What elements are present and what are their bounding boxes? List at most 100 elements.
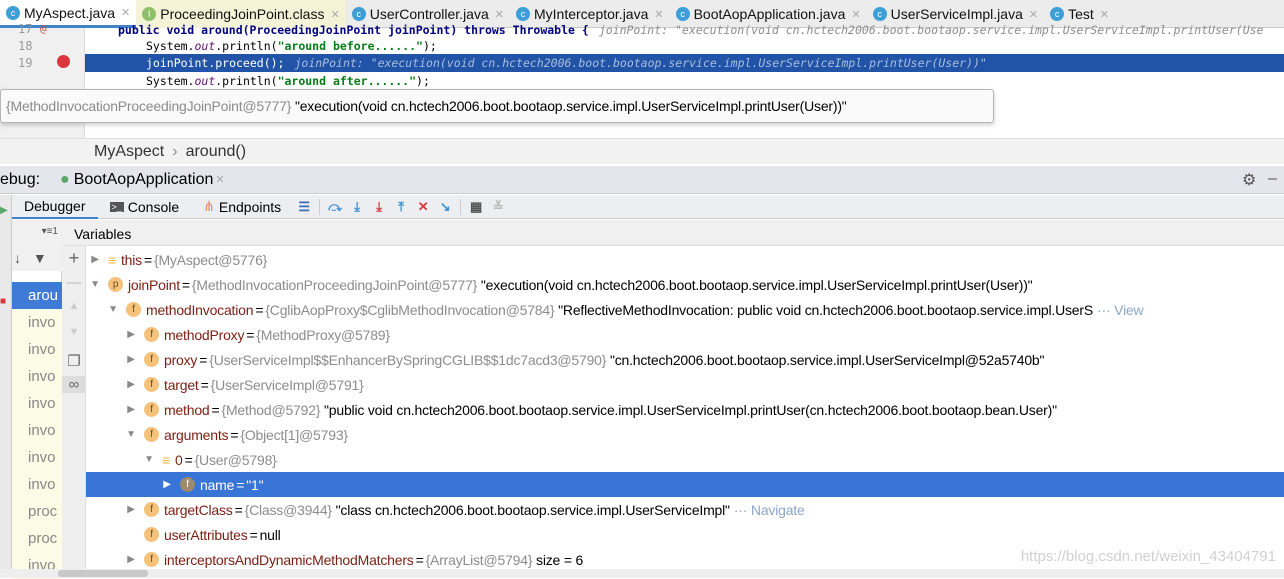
method-breakpoint-icon[interactable]: @ xyxy=(40,22,47,35)
field-icon: f xyxy=(144,527,159,542)
tree-row[interactable]: ▶ f target = {UserServiceImpl@5791} xyxy=(86,372,1284,397)
tab-console[interactable]: >_ Console xyxy=(98,195,192,219)
var-name: interceptorsAndDynamicMethodMatchers xyxy=(164,551,414,568)
debug-toolbar: Debugger >_ Console ⋔ Endpoints ☰ ⤼ ⤓ ⤓ ⤒ … xyxy=(12,195,1284,219)
array-icon: ≡ xyxy=(162,451,170,468)
tree-row[interactable]: ▼ f methodInvocation = {CglibAopProxy$CglibM… xyxy=(86,297,1284,322)
frame-item[interactable]: invo xyxy=(12,363,62,390)
expand-arrow-icon[interactable]: ▶ xyxy=(124,354,138,365)
tree-row[interactable]: ▶ f methodProxy = {MethodProxy@5789} xyxy=(86,322,1284,347)
tooltip-value: "execution(void cn.hctech2006.boot.boota… xyxy=(294,98,847,114)
breakpoint-icon[interactable] xyxy=(57,55,70,68)
step-out-icon[interactable]: ⤒ xyxy=(390,199,412,215)
force-step-into-icon[interactable]: ⤓ xyxy=(368,199,390,215)
expand-arrow-icon[interactable]: ▼ xyxy=(88,279,102,290)
expand-arrow-icon[interactable]: ▼ xyxy=(142,454,156,465)
code-text: public void around(ProceedingJoinPoint j… xyxy=(118,23,589,37)
var-value: null xyxy=(259,526,281,543)
run-to-cursor-icon[interactable]: ↘ xyxy=(434,199,456,215)
move-up-icon[interactable]: ▲ xyxy=(62,300,86,312)
step-into-icon[interactable]: ⤓ xyxy=(346,199,368,215)
close-icon[interactable]: ✕ xyxy=(851,8,860,21)
gear-icon[interactable]: ⚙ xyxy=(1242,170,1256,190)
close-icon[interactable]: ✕ xyxy=(1100,8,1109,21)
var-type: {MethodProxy@5789} xyxy=(256,326,390,343)
tree-row[interactable]: ▼ ≡ 0 = {User@5798} xyxy=(86,447,1284,472)
expand-arrow-icon[interactable]: ▶ xyxy=(124,404,138,415)
tree-row[interactable]: ▶ f targetClass = {Class@3944} "class cn.hct… xyxy=(86,497,1284,522)
spring-app-icon: ● xyxy=(60,170,70,188)
line-number: 19 xyxy=(18,56,33,70)
frame-item[interactable]: invo xyxy=(12,336,62,363)
tree-row[interactable]: f userAttributes = null xyxy=(86,522,1284,547)
evaluate-expression-icon[interactable]: ▦ xyxy=(465,199,487,215)
frame-item[interactable]: invo xyxy=(12,309,62,336)
debug-header: ebug: ● BootAopApplication ✕ ⚙ – xyxy=(0,166,1284,194)
frame-item[interactable]: arou xyxy=(12,282,62,309)
equals: = xyxy=(200,376,209,393)
close-icon[interactable]: ✕ xyxy=(495,8,504,21)
field-icon: f xyxy=(144,502,159,517)
close-icon[interactable]: ✕ xyxy=(330,8,339,21)
close-icon[interactable]: ✕ xyxy=(1029,8,1038,21)
tree-row[interactable]: ▶ f method = {Method@5792} "public void cn.h… xyxy=(86,397,1284,422)
close-icon[interactable]: ✕ xyxy=(215,173,224,186)
arrow-down-icon[interactable]: ↓ xyxy=(14,250,21,266)
field-icon: f xyxy=(144,327,159,342)
tree-row[interactable]: ▶ f proxy = {UserServiceImpl$$EnhancerBySpri… xyxy=(86,347,1284,372)
var-link[interactable]: ··· Navigate xyxy=(734,502,805,518)
expand-arrow-icon[interactable]: ▼ xyxy=(124,429,138,440)
code-text: System. xyxy=(146,39,195,53)
tree-row[interactable]: ▶ f name = "1" xyxy=(86,472,1284,497)
remove-watch-icon[interactable]: — xyxy=(62,274,86,291)
close-icon[interactable]: ✕ xyxy=(654,8,663,21)
frame-item[interactable]: invo xyxy=(12,390,62,417)
copy-icon[interactable]: ❐ xyxy=(62,352,86,370)
field-icon: f xyxy=(144,352,159,367)
drop-frame-icon[interactable]: ✕ xyxy=(412,199,434,215)
step-over-icon[interactable]: ⤼ xyxy=(324,199,346,215)
value-tooltip: {MethodInvocationProceedingJoinPoint@577… xyxy=(0,89,994,123)
move-down-icon[interactable]: ▼ xyxy=(62,326,86,338)
filter-icon[interactable]: ▼ xyxy=(33,250,47,266)
add-watch-icon[interactable]: + xyxy=(62,248,86,269)
tree-row[interactable]: ▼ f arguments = {Object[1]@5793} xyxy=(86,422,1284,447)
frame-item[interactable]: proc xyxy=(12,498,62,525)
show-execution-point-icon[interactable]: ☰ xyxy=(293,199,315,215)
tab-debugger[interactable]: Debugger xyxy=(12,195,98,219)
console-icon: >_ xyxy=(109,201,124,212)
scrollbar-thumb[interactable] xyxy=(58,570,148,577)
var-value: "public void cn.hctech2006.boot.bootaop.… xyxy=(324,401,1057,418)
close-icon[interactable]: ✕ xyxy=(121,6,130,19)
tree-row[interactable]: ▶ ≡ this = {MyAspect@5776} xyxy=(86,247,1284,272)
horizontal-scrollbar[interactable] xyxy=(0,569,1284,578)
trace-icon[interactable]: ≚ xyxy=(487,199,509,215)
breadcrumb-class[interactable]: MyAspect xyxy=(94,143,164,161)
breadcrumb-method[interactable]: around() xyxy=(186,143,246,161)
frame-item[interactable]: invo xyxy=(12,417,62,444)
expand-arrow-icon[interactable]: ▶ xyxy=(124,329,138,340)
debug-session-tab[interactable]: BootAopApplication xyxy=(74,171,214,189)
variables-toolbar: + — ▲ ▼ ❐ ∞ xyxy=(62,246,86,569)
tab-endpoints[interactable]: ⋔ Endpoints xyxy=(191,195,293,219)
tab-label: UserServiceImpl.java xyxy=(890,6,1023,22)
code-line-18: System.out.println("around before......"… xyxy=(146,39,437,53)
thread-selector[interactable]: ▾≡1 xyxy=(12,220,62,246)
expand-arrow-icon[interactable]: ▶ xyxy=(124,379,138,390)
tree-row[interactable]: ▼ p joinPoint = {MethodInvocationProceedingJ… xyxy=(86,272,1284,297)
resume-icon[interactable]: ▶ xyxy=(0,195,11,216)
var-type: {UserServiceImpl$$EnhancerBySpringCGLIB$… xyxy=(209,351,607,368)
expand-arrow-icon[interactable]: ▶ xyxy=(88,254,102,265)
expand-arrow-icon[interactable]: ▶ xyxy=(160,479,174,490)
frame-item[interactable]: proc xyxy=(12,525,62,552)
expand-arrow-icon[interactable]: ▶ xyxy=(124,504,138,515)
minimize-icon[interactable]: – xyxy=(1268,170,1277,188)
expand-arrow-icon[interactable]: ▶ xyxy=(124,554,138,565)
stop-icon[interactable]: ■ xyxy=(0,216,11,307)
frame-item[interactable]: invo xyxy=(12,471,62,498)
var-link[interactable]: ··· View xyxy=(1097,302,1144,318)
expand-arrow-icon[interactable]: ▼ xyxy=(106,304,120,315)
var-type: {MyAspect@5776} xyxy=(153,251,268,268)
frame-item[interactable]: invo xyxy=(12,444,62,471)
glasses-icon[interactable]: ∞ xyxy=(62,376,86,393)
